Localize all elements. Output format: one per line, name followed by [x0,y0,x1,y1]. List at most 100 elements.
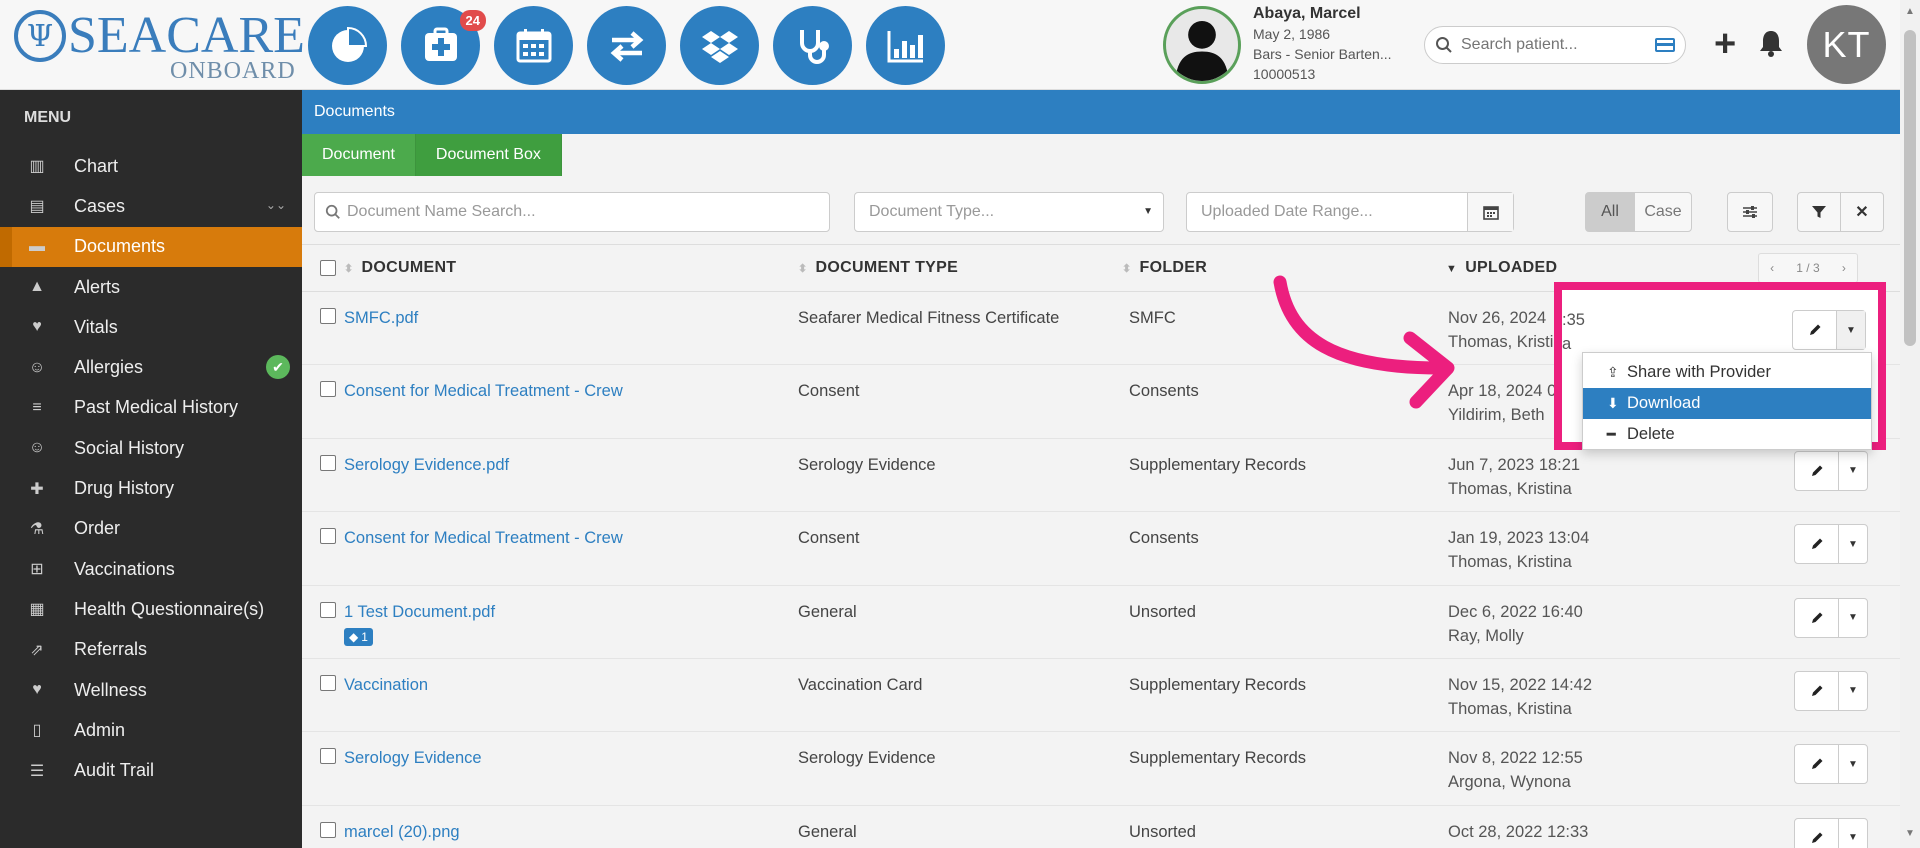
edit-button[interactable] [1795,818,1839,848]
document-link[interactable]: 1 Test Document.pdf ◆ 1 [344,600,495,648]
list-sort-icon: ☰ [29,762,45,780]
add-icon[interactable]: + [1714,25,1736,63]
sidebar-item-health-questionnaire-s[interactable]: ▦ Health Questionnaire(s) [0,589,302,629]
edit-button[interactable] [1795,451,1839,490]
table-row[interactable]: 1 Test Document.pdf ◆ 1 General Unsorted Dec … [302,585,1900,659]
sidebar-item-social-history[interactable]: ☺ Social History [0,428,302,468]
filter-button[interactable] [1797,192,1841,232]
document-name-search[interactable]: Document Name Search... [314,192,830,232]
folder-cell: SMFC [1129,309,1176,327]
clear-filter-button[interactable]: ✕ [1840,192,1884,232]
tag-badge[interactable]: ◆ 1 [344,627,373,646]
scroll-up-icon[interactable]: ▲ [1905,6,1915,17]
uploaded-date-range[interactable]: Uploaded Date Range... [1186,192,1514,232]
delete-item[interactable]: ━ Delete [1583,419,1871,450]
sidebar-item-label: Audit Trail [74,760,155,781]
sidebar-item-allergies[interactable]: ☺ Allergies ✔ [0,347,302,387]
document-type-select[interactable]: Document Type... ▼ [854,192,1164,232]
caret-down-icon[interactable]: ▼ [1839,745,1867,783]
id-card-icon[interactable] [1655,38,1675,52]
caret-down-icon[interactable]: ▼ [1837,311,1865,349]
sidebar-item-label: Cases [74,195,126,216]
row-checkbox[interactable] [320,528,336,545]
prev-page-icon[interactable]: ‹ [1770,261,1774,275]
caret-down-icon[interactable]: ▼ [1839,525,1867,563]
edit-button[interactable] [1795,525,1839,564]
table-row[interactable]: Consent for Medical Treatment - Crew Cons… [302,512,1900,586]
document-link[interactable]: SMFC.pdf [344,306,418,330]
caret-down-icon[interactable]: ▼ [1839,599,1867,637]
edit-button[interactable] [1795,671,1839,710]
sidebar-item-chart[interactable]: ▥ Chart [0,146,302,186]
edit-button[interactable] [1793,311,1837,349]
tab-document[interactable]: Document [302,134,416,176]
sidebar-item-vitals[interactable]: ♥ Vitals [0,307,302,347]
pencil-icon [1811,465,1822,476]
row-checkbox[interactable] [320,821,336,838]
edit-button[interactable] [1795,598,1839,637]
dashboard-button[interactable] [308,6,387,85]
share-with-provider-item[interactable]: ⇪ Share with Provider [1583,357,1871,388]
select-all-checkbox[interactable] [320,260,336,276]
caret-down-icon[interactable]: ▼ [1839,452,1867,490]
uploaded-cell: Dec 6, 2022 16:40 Ray, Molly [1448,602,1583,645]
document-link[interactable]: Serology Evidence.pdf [344,453,509,477]
toggle-case-button[interactable]: Case [1634,192,1692,232]
seacare-logo[interactable]: Ψ SEACARE ONBOARD [14,8,305,84]
table-row[interactable]: Serology Evidence Serology Evidence Supple… [302,732,1900,806]
bell-icon[interactable] [1758,28,1784,58]
document-link[interactable]: marcel (20).png [344,820,460,844]
table-row[interactable]: marcel (20).png General Unsorted Oct 28, 20… [302,805,1900,848]
row-checkbox[interactable] [320,381,336,398]
tab-document-box[interactable]: Document Box [415,134,562,176]
column-settings-button[interactable] [1727,192,1773,232]
calendar-button[interactable] [494,6,573,85]
column-document[interactable]: ⬍ DOCUMENT [344,259,456,277]
patient-card[interactable]: Abaya, Marcel May 2, 1986 Bars - Senior … [1163,4,1423,86]
sidebar-item-order[interactable]: ⚗ Order [0,509,302,549]
dropbox-button[interactable] [680,6,759,85]
sidebar-item-drug-history[interactable]: ✚ Drug History [0,468,302,508]
document-link[interactable]: Consent for Medical Treatment - Crew [344,526,623,550]
row-checkbox[interactable] [320,454,336,471]
scrollbar-thumb[interactable] [1904,30,1916,346]
user-avatar[interactable]: KT [1807,5,1886,84]
add-encounter-button[interactable]: 24 [401,6,486,85]
reports-button[interactable] [866,6,945,85]
sidebar-item-wellness[interactable]: ♥ Wellness [0,670,302,710]
sidebar-item-admin[interactable]: ▯ Admin [0,710,302,750]
document-link[interactable]: Serology Evidence [344,746,482,770]
next-page-icon[interactable]: › [1842,261,1846,275]
caret-down-icon[interactable]: ▼ [1839,672,1867,710]
row-checkbox[interactable] [320,601,336,618]
caret-down-icon[interactable]: ▼ [1839,819,1867,848]
row-checkbox[interactable] [320,748,336,765]
edit-button[interactable] [1795,745,1839,784]
row-checkbox[interactable] [320,674,336,691]
chevron-down-icon[interactable]: ⌄⌄ [266,198,286,212]
sidebar-item-alerts[interactable]: ▲ Alerts [0,267,302,307]
transfer-button[interactable] [587,6,666,85]
sidebar-item-vaccinations[interactable]: ⊞ Vaccinations [0,549,302,589]
download-item[interactable]: ⬇ Download [1583,388,1871,419]
sidebar-item-referrals[interactable]: ⇗ Referrals [0,630,302,670]
smile-icon: ☺ [28,439,46,457]
toggle-all-button[interactable]: All [1585,192,1635,232]
sidebar-item-audit-trail[interactable]: ☰ Audit Trail [0,750,302,790]
column-folder[interactable]: ⬍ FOLDER [1122,259,1207,277]
patient-search-input[interactable] [1461,33,1651,57]
sidebar-item-past-medical-history[interactable]: ≡ Past Medical History [0,388,302,428]
column-document-type[interactable]: ⬍ DOCUMENT TYPE [798,259,958,277]
document-link[interactable]: Consent for Medical Treatment - Crew [344,379,623,403]
document-link[interactable]: Vaccination [344,673,428,697]
column-uploaded[interactable]: ▼ UPLOADED [1446,259,1557,277]
clinical-button[interactable] [773,6,852,85]
sidebar-item-documents[interactable]: ▬ Documents [0,226,302,268]
row-checkbox[interactable] [320,308,336,324]
patient-search[interactable] [1424,26,1686,64]
table-row[interactable]: Vaccination Vaccination Card Supplementary… [302,658,1900,733]
sidebar-item-cases[interactable]: ▤ Cases ⌄⌄ [0,186,302,226]
scroll-down-icon[interactable]: ▼ [1905,828,1915,839]
calendar-icon[interactable] [1467,193,1513,231]
page-scrollbar[interactable]: ▲ ▼ [1900,0,1920,848]
